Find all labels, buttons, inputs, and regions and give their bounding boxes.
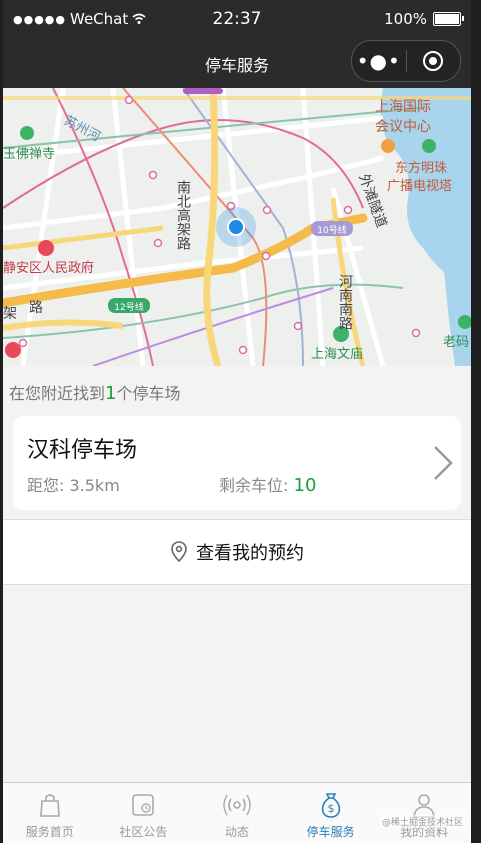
bag-icon (39, 794, 60, 817)
tab-profile[interactable]: 我的资料 (377, 783, 471, 843)
watermark: @稀土掘金技术社区 (379, 815, 465, 828)
svg-text:$: $ (327, 802, 334, 815)
battery-info: 100% (384, 10, 464, 28)
map-label-lu: 路 (29, 300, 43, 316)
map-label-jia: 架 (3, 306, 17, 322)
chevron-right-icon (434, 446, 453, 480)
phone-screen: ●●●●● WeChat 22:37 100% 停车服务 •●• 10号线 12… (3, 0, 471, 843)
money-bag-icon: $ (321, 793, 340, 818)
summary-suffix: 个停车场 (116, 384, 181, 403)
target-icon[interactable] (406, 51, 460, 71)
tab-notices-label: 社区公告 (119, 825, 168, 839)
parking-spots-label: 剩余车位: (219, 476, 289, 495)
map-label-tv-tower-2: 广播电视塔 (387, 179, 452, 194)
tab-parking[interactable]: $ 停车服务 (284, 783, 378, 843)
map-label-conference-2: 会议中心 (375, 119, 431, 135)
parking-lot-name: 汉科停车场 (27, 438, 138, 463)
map-label-temple: 玉佛禅寺 (3, 147, 55, 162)
summary-prefix: 在您附近找到 (9, 384, 106, 403)
tab-feed-label: 动态 (224, 825, 249, 839)
nav-bar: 停车服务 •●• (3, 40, 471, 88)
battery-percent: 100% (384, 10, 427, 28)
metro-line-10-label: 10号线 (317, 224, 346, 236)
status-bar: ●●●●● WeChat 22:37 100% (3, 0, 471, 40)
map-label-conference: 上海国际 (375, 99, 431, 115)
my-reservation-button[interactable]: 查看我的预约 (3, 519, 471, 585)
tab-parking-label: 停车服务 (306, 825, 355, 839)
map-canvas[interactable]: 10号线 12号线 上海国际 会议中心 东方明珠 广播电视塔 玉佛禅寺 静安区人… (3, 88, 471, 366)
more-icon[interactable]: •●• (352, 49, 406, 73)
metro-line-12-label: 12号线 (114, 301, 143, 313)
battery-icon (433, 12, 464, 26)
nearby-summary: 在您附近找到1个停车场 (9, 380, 180, 404)
my-reservation-label: 查看我的预约 (196, 543, 304, 564)
broadcast-icon (223, 794, 251, 816)
tab-home-label: 服务首页 (25, 825, 74, 839)
current-location-icon (227, 218, 245, 236)
map-label-laoma: 老码 (443, 335, 469, 350)
map-label-elevated: 南北高架路 (175, 180, 191, 250)
tab-bar: 服务首页 社区公告 动态 $ 停车服务 我的资料 @稀土掘金技术社区 (3, 782, 471, 843)
map-label-gov: 静安区人民政府 (3, 261, 94, 276)
parking-distance: 距您: 3.5km (27, 476, 120, 495)
menu-capsule: •●• (351, 40, 461, 82)
tab-home[interactable]: 服务首页 (3, 783, 97, 843)
notice-icon (132, 794, 155, 816)
location-pin-icon (171, 541, 187, 563)
summary-count: 1 (105, 383, 117, 404)
map-label-library: 上海文庙 (311, 347, 363, 362)
parking-spots-value: 10 (293, 475, 317, 496)
map-label-henan: 河南南路 (337, 274, 353, 330)
map-label-tv-tower: 东方明珠 (395, 160, 447, 176)
tab-notices[interactable]: 社区公告 (97, 783, 191, 843)
tab-feed[interactable]: 动态 (190, 783, 284, 843)
parking-spots: 剩余车位: 10 (219, 472, 316, 496)
parking-lot-card[interactable]: 汉科停车场 距您: 3.5km 剩余车位: 10 (13, 416, 461, 510)
map-view[interactable]: 10号线 12号线 上海国际 会议中心 东方明珠 广播电视塔 玉佛禅寺 静安区人… (3, 88, 471, 366)
